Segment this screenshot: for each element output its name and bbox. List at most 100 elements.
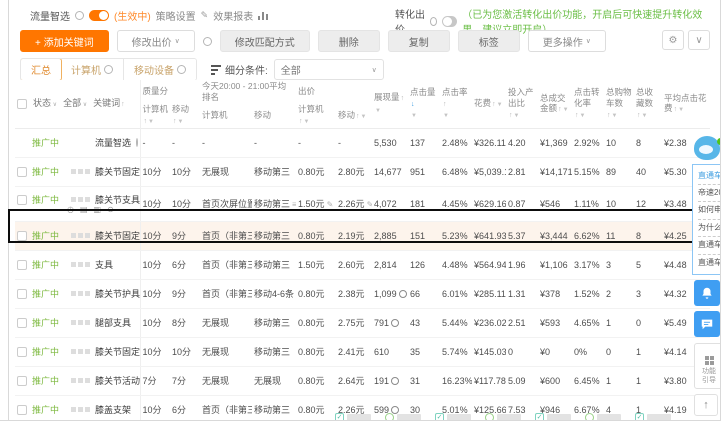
impression-info-icon[interactable] <box>398 290 407 299</box>
col-gmv[interactable]: 总成交金额↑▼ <box>538 80 572 128</box>
keyword-label[interactable]: 膝关节固定支具 <box>95 229 139 242</box>
edit-bid-pencil-icon[interactable]: ✎ <box>367 200 372 209</box>
tag-button[interactable]: 标签 <box>457 30 520 52</box>
col-bid-mobile[interactable]: 移动↑▼ <box>336 103 372 128</box>
table-row[interactable]: 推广中 膝关节固定支具 ◷▤▥⊖ 10分 9分 首页（非第三）≡ 移动第三≡ 0… <box>15 221 711 251</box>
bid-pc-cell[interactable]: 1.50元✎ <box>296 250 337 280</box>
feature-guide-button[interactable]: 功能 引导 <box>694 342 720 390</box>
impression-info-icon[interactable] <box>391 319 400 328</box>
collapse-chevron-icon[interactable]: ∨ <box>688 30 710 50</box>
info-icon[interactable] <box>202 36 212 46</box>
back-to-top-button[interactable]: ↑ <box>694 394 718 417</box>
table-row[interactable]: 推广中 膝关节固定器 ◷▤▥⊖ 10分 10分 无展现≡ 移动第三≡ 0.80元… <box>15 157 711 187</box>
bid-pc-cell[interactable]: -✎ <box>296 128 337 158</box>
col-roi[interactable]: 投入产出比↑▼ <box>506 80 538 128</box>
info-icon[interactable] <box>75 10 84 20</box>
col-qs-mobile[interactable]: 移动↑▼ <box>170 103 200 128</box>
row-checkbox[interactable] <box>17 259 27 270</box>
bid-pc-cell[interactable]: 0.80元✎ <box>296 395 337 420</box>
bid-mobile-cell[interactable]: 2.38元✎ <box>336 279 373 309</box>
status-filter[interactable]: 状态 ∨ <box>33 98 57 110</box>
bid-pc-cell[interactable]: 0.80元✎ <box>296 337 337 367</box>
keyword-label[interactable]: 膝关节活动支具 <box>95 374 139 387</box>
copy-button[interactable]: 复制 <box>387 30 450 52</box>
bid-mobile-cell[interactable]: 2.60元✎ <box>336 250 373 280</box>
smart-flow-toggle[interactable] <box>89 9 109 21</box>
row-checkbox[interactable] <box>17 230 27 241</box>
tab-summary[interactable]: 汇总 <box>21 59 62 80</box>
add-keyword-button[interactable]: + 添加关键词 <box>20 30 109 52</box>
row-checkbox[interactable] <box>17 288 27 299</box>
delete-button[interactable]: 删除 <box>317 30 380 52</box>
col-rank-mobile[interactable]: 移动 <box>252 103 296 128</box>
table-row[interactable]: 推广中 流量智选 ◷▤▥⊖ - - -≡ -≡ -✎ -✎ 5,530 137 … <box>15 128 711 158</box>
bid-pc-cell[interactable]: 0.80元✎ <box>296 279 337 309</box>
keyword-label[interactable]: 流量智选 <box>95 136 131 149</box>
bid-pc-cell[interactable]: 1.50元✎ <box>296 186 337 222</box>
table-row[interactable]: 推广中 膝关节支具 ◷ ▤ ▥ ⊖ 10分 10分 首页次屏位置≡ 移动第三≡ 1.5… <box>15 186 711 222</box>
select-all-checkbox[interactable] <box>17 98 27 109</box>
table-row[interactable]: 推广中 膝关节护具 ◷▤▥⊖ 10分 9分 首页（非第三）≡ 移动4-6条≡ 0… <box>15 279 711 309</box>
rank-list-icon[interactable]: ≡ <box>292 200 296 209</box>
row-checkbox[interactable] <box>17 404 27 415</box>
bid-mobile-cell[interactable]: -✎ <box>336 128 373 158</box>
match-filter[interactable]: 全部 ∨ <box>63 98 87 110</box>
bid-mobile-cell[interactable]: 2.26元✎ <box>336 186 373 222</box>
row-checkbox[interactable] <box>17 194 27 205</box>
col-rank-pc[interactable]: 计算机 <box>200 103 252 128</box>
bid-mobile-cell[interactable]: 2.80元✎ <box>336 157 373 187</box>
chat-button[interactable] <box>694 310 720 337</box>
bid-mobile-cell[interactable]: 2.41元✎ <box>336 337 373 367</box>
subdivision-select[interactable]: 全部 ∨ <box>273 59 384 80</box>
modify-match-button[interactable]: 修改匹配方式 <box>219 30 310 52</box>
keyword-label[interactable]: 膝盖支架 <box>95 403 131 416</box>
row-checkbox[interactable] <box>17 166 27 177</box>
col-qs-pc[interactable]: 计算机↑▼ <box>140 103 170 128</box>
bar-chart-icon[interactable] <box>258 11 269 20</box>
assistant-faq-item[interactable]: 帝速20… <box>698 185 720 203</box>
bid-pc-cell[interactable]: 0.80元✎ <box>296 221 337 251</box>
info-icon[interactable] <box>430 16 438 26</box>
keyword-label[interactable]: 膝关节护具 <box>95 287 139 300</box>
assistant-faq-item[interactable]: 为什么…过日期… <box>698 220 720 238</box>
tab-mobile[interactable]: 移动设备 <box>124 59 196 80</box>
assistant-faq-item[interactable]: 如何申请图片功能 <box>698 202 720 220</box>
report-link[interactable]: 效果报表 <box>213 8 253 23</box>
gear-icon[interactable]: ⚙ <box>662 30 684 50</box>
keyword-sort[interactable]: 关键词↑ <box>93 98 125 110</box>
keyword-info-icon[interactable] <box>136 138 139 148</box>
col-clicks[interactable]: 点击量↓ ▼ <box>408 80 440 128</box>
strategy-settings-link[interactable]: 策略设置 <box>156 8 196 23</box>
bid-pc-cell[interactable]: 0.80元✎ <box>296 366 337 396</box>
assistant-faq-item[interactable]: 直通车…广计划? <box>698 255 720 271</box>
edit-pencil-icon[interactable]: ✎ <box>201 10 209 21</box>
edit-bid-pencil-icon[interactable]: ✎ <box>327 200 334 209</box>
bid-pc-cell[interactable]: 0.80元✎ <box>296 157 337 187</box>
conv-bid-toggle[interactable] <box>442 15 458 27</box>
modify-bid-button[interactable]: 修改出价 ∨ <box>116 30 195 52</box>
keyword-label[interactable]: 支具 <box>95 258 113 271</box>
keyword-label[interactable]: 膝关节支具 <box>95 193 139 206</box>
keyword-label[interactable]: 膝关节固定器 <box>95 165 139 178</box>
col-carts[interactable]: 总购物车数↑▼ <box>604 80 634 128</box>
keyword-label[interactable]: 膝关节固定 <box>95 345 139 358</box>
impression-info-icon[interactable] <box>391 377 400 386</box>
col-ctr[interactable]: 点击率↑ ▼ <box>440 80 472 128</box>
more-actions-button[interactable]: 更多操作 ∨ <box>527 30 606 52</box>
keyword-label[interactable]: 腿部支具 <box>95 316 131 329</box>
col-cost[interactable]: 花费↑▼ <box>472 80 506 128</box>
col-impressions[interactable]: 展现量↑ ▼ <box>372 80 408 128</box>
table-row[interactable]: 推广中 膝关节固定 ◷▤▥⊖ 10分 10分 无展现≡ 移动第三≡ 0.80元✎… <box>15 337 711 367</box>
bid-mobile-cell[interactable]: 2.75元✎ <box>336 308 373 338</box>
tab-pc[interactable]: 计算机 <box>61 59 124 80</box>
bid-pc-cell[interactable]: 0.80元✎ <box>296 308 337 338</box>
row-checkbox[interactable] <box>17 317 27 328</box>
row-checkbox[interactable] <box>17 375 27 386</box>
assistant-header-link[interactable]: 直通车… <box>698 168 720 185</box>
keyword-hover-icons[interactable]: ◷ ▤ ▥ ⊖ <box>67 206 138 214</box>
row-checkbox[interactable] <box>17 346 27 357</box>
col-bid-pc[interactable]: 计算机↑▼ <box>296 103 336 128</box>
col-cvr[interactable]: 点击转化率↑▼ <box>572 80 604 128</box>
table-row[interactable]: 推广中 膝关节活动支具 ◷▤▥⊖ 7分 7分 无展现≡ 无展现≡ 0.80元✎ … <box>15 366 711 396</box>
assistant-mascot-icon[interactable] <box>694 136 720 160</box>
